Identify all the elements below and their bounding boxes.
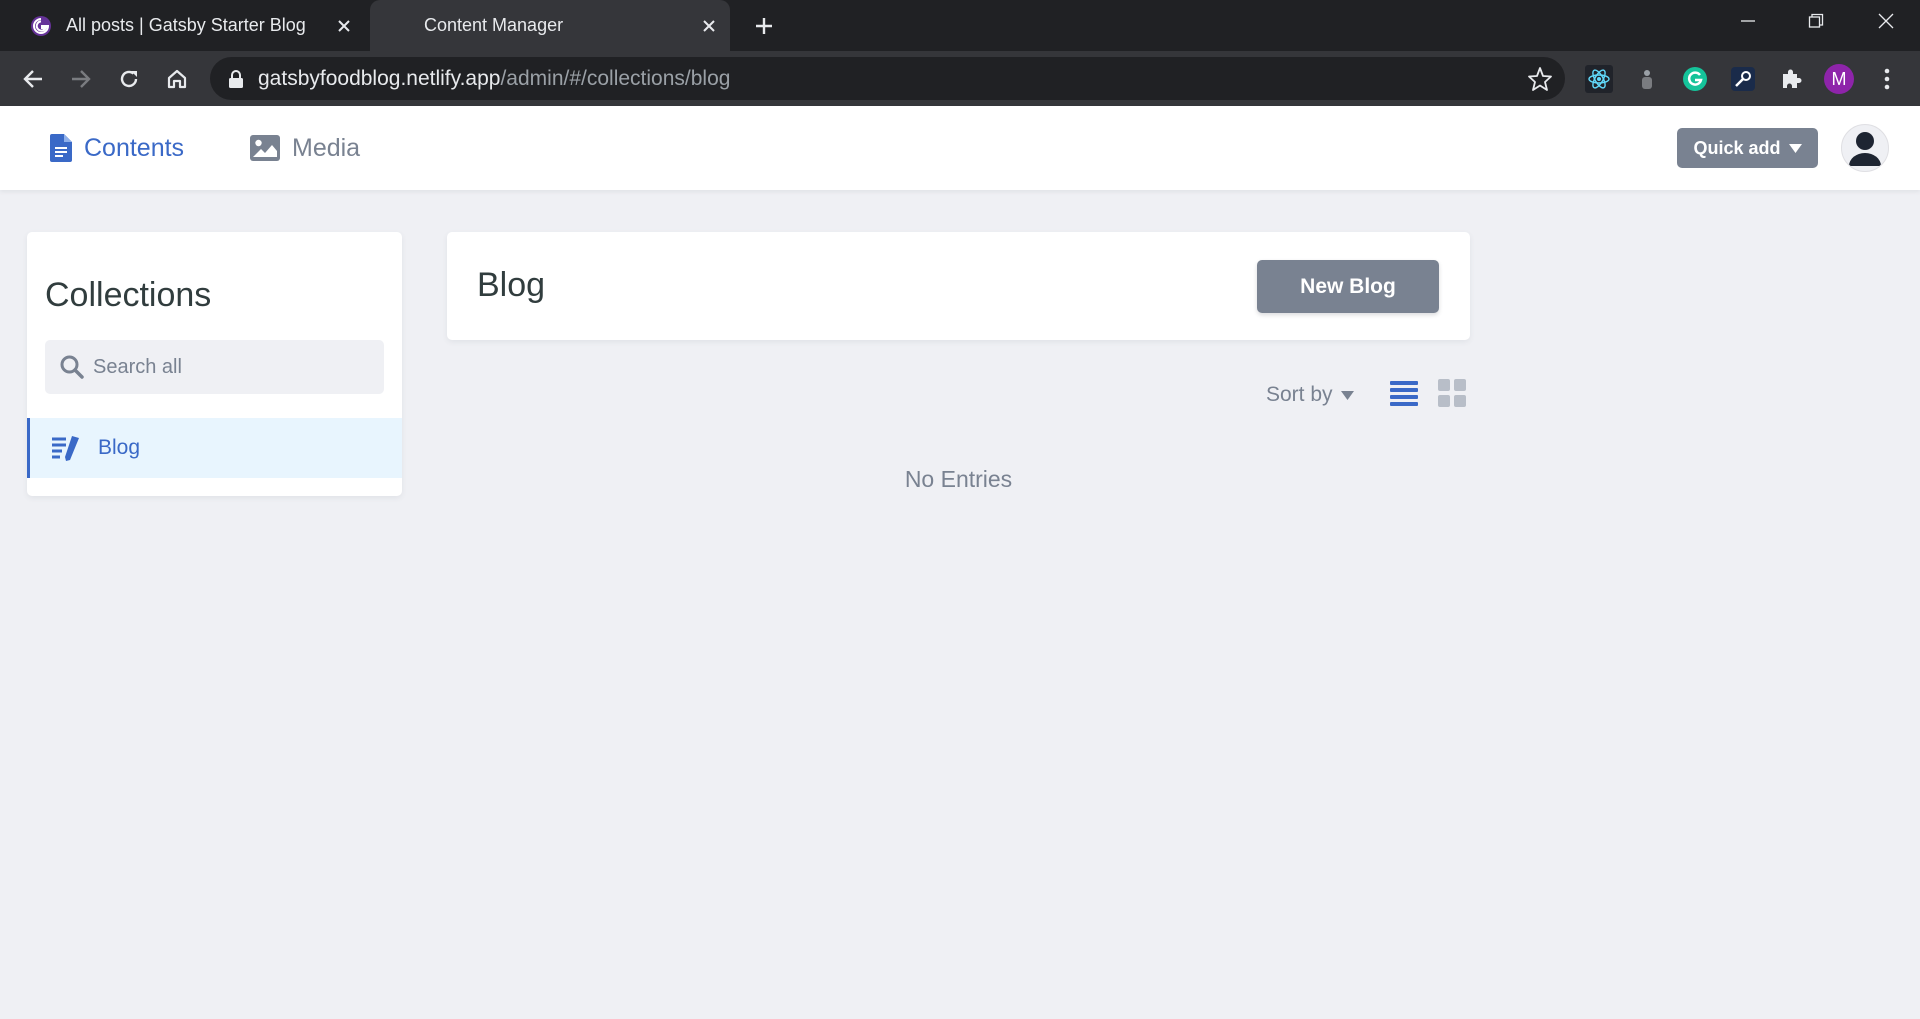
browser-tab-title: Content Manager [424, 15, 564, 35]
close-window-icon[interactable] [1852, 0, 1920, 42]
minimize-icon[interactable] [1714, 0, 1782, 42]
browser-tab[interactable]: All posts | Gatsby Starter Blog [20, 0, 365, 51]
quick-add-button[interactable]: Quick add [1677, 128, 1818, 168]
sort-by-label: Sort by [1266, 383, 1333, 406]
browser-tab-title: All posts | Gatsby Starter Blog [66, 15, 306, 35]
image-icon [250, 135, 280, 161]
browser-tab-bar: All posts | Gatsby Starter Blog Content … [0, 0, 1920, 51]
collections-sidebar: Collections Blog [27, 232, 402, 496]
empty-state-text: No Entries [904, 466, 1013, 492]
new-entry-button[interactable]: New Blog [1257, 260, 1439, 313]
browser-toolbar: gatsbyfoodblog.netlify.app/admin/#/colle… [0, 51, 1920, 106]
sidebar-item-blog[interactable]: Blog [27, 418, 402, 478]
user-avatar-button[interactable] [1841, 124, 1889, 172]
grid-view-icon[interactable] [1436, 377, 1468, 409]
sort-by-dropdown[interactable]: Sort by [1266, 381, 1354, 409]
search-input[interactable] [93, 355, 363, 379]
document-icon [50, 134, 72, 162]
forward-icon[interactable] [63, 61, 99, 97]
quick-add-label: Quick add [1693, 137, 1781, 158]
user-icon [1849, 132, 1881, 166]
restore-icon[interactable] [1782, 0, 1850, 42]
puzzle-extensions-icon[interactable] [1776, 64, 1806, 94]
profile-avatar[interactable]: M [1824, 64, 1854, 94]
gatsby-favicon-icon [31, 15, 51, 36]
caret-down-icon [1788, 143, 1802, 153]
close-tab-icon[interactable] [331, 13, 357, 39]
address-bar[interactable]: gatsbyfoodblog.netlify.app/admin/#/colle… [210, 57, 1565, 100]
list-view-icon[interactable] [1388, 377, 1420, 409]
password-manager-icon[interactable] [1728, 64, 1758, 94]
sidebar-item-label: Blog [98, 436, 141, 459]
sidebar-title: Collections [45, 276, 212, 314]
lock-icon [229, 69, 243, 88]
url-path: /admin/#/collections/blog [500, 66, 731, 90]
bookmark-star-icon[interactable] [1527, 66, 1553, 92]
close-tab-icon[interactable] [696, 13, 722, 39]
app-header: Contents Media Quick add [0, 106, 1920, 190]
browser-tab-active[interactable]: Content Manager [370, 0, 730, 51]
new-tab-button[interactable] [748, 10, 780, 42]
caret-down-icon [1340, 390, 1354, 400]
grammarly-icon[interactable] [1680, 64, 1710, 94]
nav-contents-label: Contents [84, 133, 185, 162]
browser-menu-icon[interactable] [1872, 64, 1902, 94]
back-icon[interactable] [15, 61, 51, 97]
react-devtools-icon[interactable] [1584, 64, 1614, 94]
home-icon[interactable] [159, 61, 195, 97]
url-host: gatsbyfoodblog.netlify.app [258, 66, 501, 90]
nav-media[interactable]: Media [250, 130, 360, 166]
search-box[interactable] [45, 340, 384, 394]
nav-contents[interactable]: Contents [50, 130, 184, 166]
profile-initial: M [1824, 64, 1854, 94]
extension-icon[interactable] [1632, 64, 1662, 94]
collection-title: Blog [477, 266, 546, 304]
reload-icon[interactable] [111, 61, 147, 97]
url-text: gatsbyfoodblog.netlify.app/admin/#/colle… [258, 67, 730, 91]
write-icon [52, 436, 79, 461]
collection-header: Blog New Blog [447, 232, 1470, 340]
search-icon [60, 355, 84, 379]
nav-media-label: Media [292, 133, 361, 162]
